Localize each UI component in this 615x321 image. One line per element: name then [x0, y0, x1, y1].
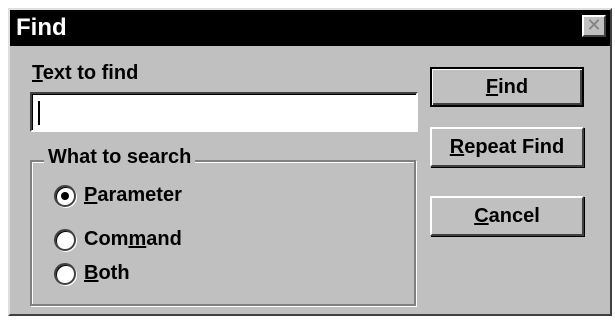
radio-button-icon[interactable]: [54, 184, 76, 207]
find-button-label: Find: [485, 75, 529, 98]
radio-both[interactable]: Both: [54, 262, 130, 285]
text-caret: [38, 101, 40, 125]
find-dialog: Find ✕ Text to find What to search Param…: [8, 8, 612, 316]
radio-command[interactable]: Command: [54, 228, 182, 251]
repeat-find-button[interactable]: Repeat Find: [430, 127, 584, 167]
window-title: Find: [16, 14, 67, 41]
text-to-find-label: Text to find: [32, 62, 139, 84]
title-bar[interactable]: Find ✕: [10, 10, 610, 46]
radio-selected-dot: [61, 191, 69, 200]
close-button[interactable]: ✕: [582, 15, 606, 37]
text-to-find-input[interactable]: [30, 92, 418, 132]
close-icon: ✕: [586, 15, 602, 35]
group-legend: What to search: [44, 146, 196, 169]
radio-command-label: Command: [84, 228, 182, 250]
radio-button-icon[interactable]: [54, 262, 76, 285]
cancel-button[interactable]: Cancel: [430, 196, 584, 236]
radio-parameter-label: Parameter: [84, 184, 182, 206]
radio-parameter[interactable]: Parameter: [54, 184, 182, 207]
radio-both-label: Both: [84, 262, 130, 284]
cancel-button-label: Cancel: [474, 204, 540, 227]
repeat-find-button-label: Repeat Find: [449, 135, 565, 158]
radio-button-icon[interactable]: [54, 228, 76, 251]
what-to-search-group: What to search Parameter Command Both: [30, 146, 416, 306]
find-button[interactable]: Find: [430, 67, 584, 107]
